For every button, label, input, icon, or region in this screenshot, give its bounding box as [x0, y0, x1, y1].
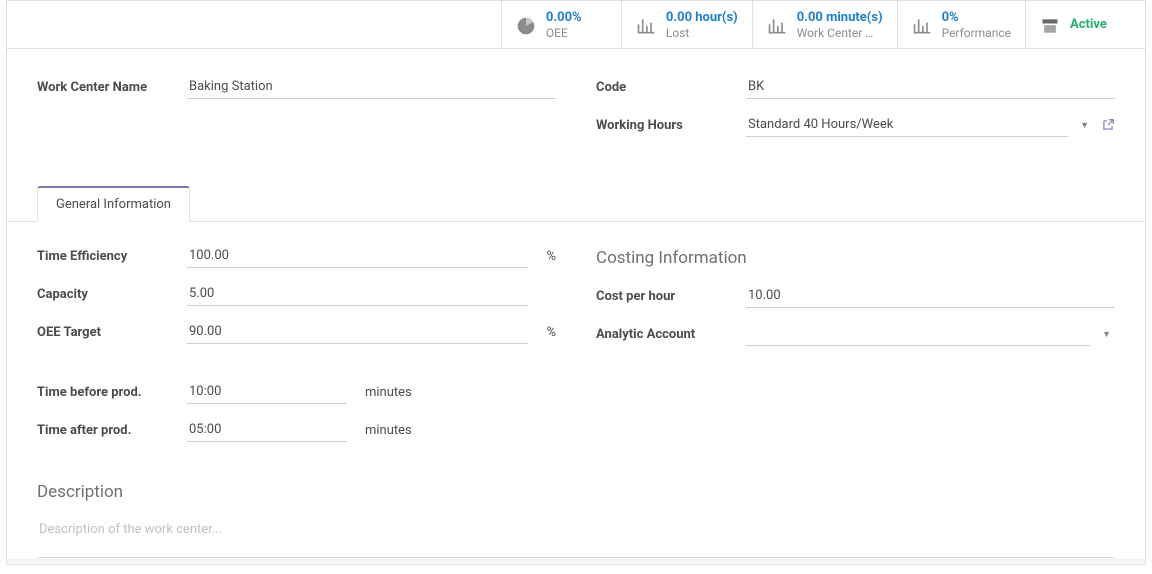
oee-stat-button[interactable]: 0.00% OEE: [501, 1, 621, 48]
oee-target-label: OEE Target: [37, 325, 187, 340]
lost-stat-button[interactable]: 0.00 hour(s) Lost: [621, 1, 752, 48]
performance-stat-button[interactable]: 0% Performance: [897, 1, 1025, 48]
time-efficiency-unit: %: [546, 249, 556, 264]
name-input[interactable]: [187, 75, 556, 99]
bar-chart-icon: [912, 16, 932, 36]
costing-title: Costing Information: [596, 248, 1115, 268]
time-before-input[interactable]: [187, 380, 347, 404]
name-label: Work Center Name: [37, 80, 187, 95]
tab-bar: General Information: [7, 185, 1145, 222]
external-link-icon[interactable]: [1101, 118, 1115, 132]
code-label: Code: [596, 80, 746, 95]
stat-button-bar: 0.00% OEE 0.00 hour(s) Lost 0.00 minute(…: [7, 1, 1145, 49]
lost-label: Lost: [666, 26, 738, 41]
oee-value: 0.00%: [546, 10, 582, 26]
chevron-down-icon[interactable]: ▼: [1076, 120, 1093, 131]
analytic-account-select[interactable]: [746, 322, 1090, 346]
active-value: Active: [1070, 17, 1107, 33]
tab-content: Time Efficiency % Capacity % OEE Target: [7, 222, 1145, 564]
chevron-down-icon[interactable]: ▼: [1098, 329, 1115, 340]
archive-icon: [1040, 16, 1060, 36]
lost-value: 0.00 hour(s): [666, 10, 738, 26]
bar-chart-icon: [636, 16, 656, 36]
load-label: Work Center …: [797, 26, 883, 41]
form-sheet: 0.00% OEE 0.00 hour(s) Lost 0.00 minute(…: [6, 0, 1146, 565]
oee-label: OEE: [546, 26, 582, 41]
description-title: Description: [37, 482, 1115, 502]
cost-per-hour-input[interactable]: [746, 284, 1115, 308]
time-efficiency-label: Time Efficiency: [37, 249, 187, 264]
tab-general-information[interactable]: General Information: [37, 186, 190, 222]
description-input[interactable]: [37, 516, 1115, 558]
performance-label: Performance: [942, 26, 1011, 41]
load-value: 0.00 minute(s): [797, 10, 883, 26]
oee-target-input[interactable]: [187, 320, 528, 344]
time-after-label: Time after prod.: [37, 423, 187, 438]
time-before-unit: minutes: [365, 385, 412, 400]
time-after-unit: minutes: [365, 423, 412, 438]
time-before-label: Time before prod.: [37, 385, 187, 400]
capacity-label: Capacity: [37, 287, 187, 302]
cost-per-hour-label: Cost per hour: [596, 289, 746, 304]
code-input[interactable]: [746, 75, 1115, 99]
analytic-account-label: Analytic Account: [596, 327, 746, 342]
working-hours-select[interactable]: [746, 113, 1068, 137]
active-stat-button[interactable]: Active: [1025, 1, 1145, 48]
bar-chart-icon: [767, 16, 787, 36]
performance-value: 0%: [942, 10, 1011, 26]
header-fields: Work Center Name Code Working Hours: [7, 49, 1145, 155]
time-after-input[interactable]: [187, 418, 347, 442]
time-efficiency-input[interactable]: [187, 244, 528, 268]
pie-chart-icon: [516, 16, 536, 36]
working-hours-label: Working Hours: [596, 118, 746, 133]
oee-target-unit: %: [546, 325, 556, 340]
capacity-input[interactable]: [187, 282, 528, 306]
load-stat-button[interactable]: 0.00 minute(s) Work Center …: [752, 1, 897, 48]
